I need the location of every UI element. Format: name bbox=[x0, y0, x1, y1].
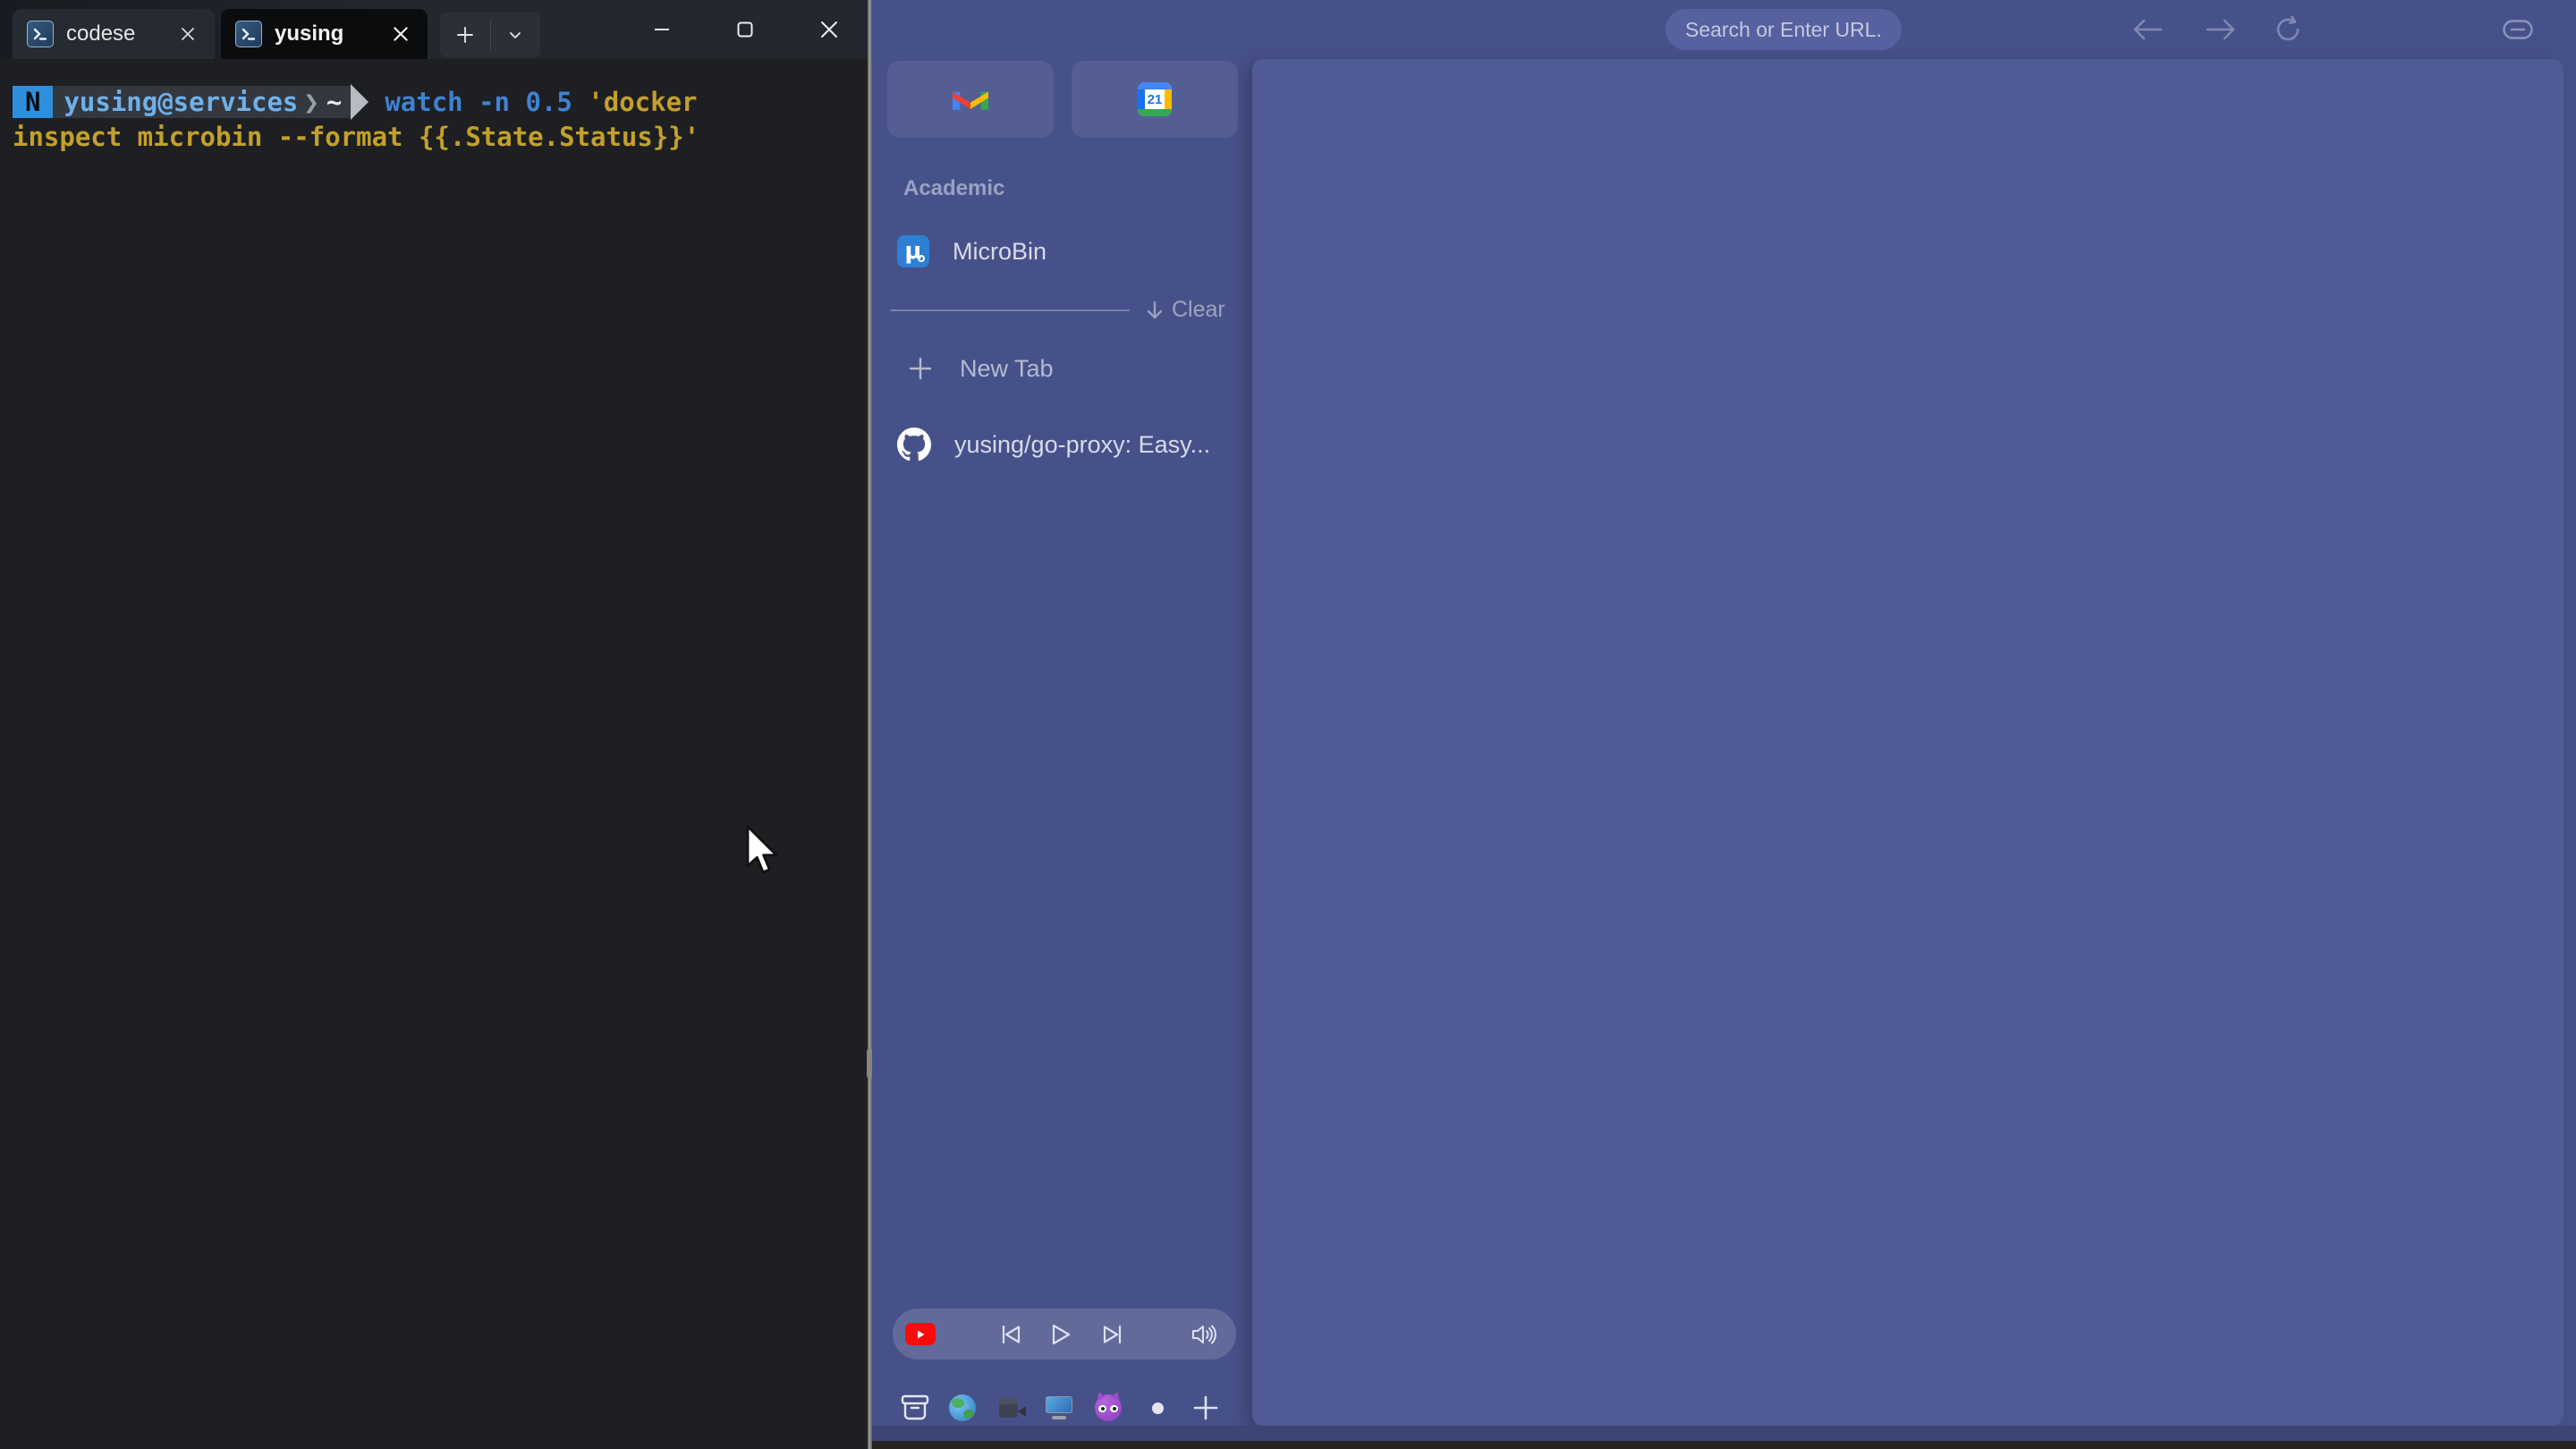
terminal-maximize-button[interactable] bbox=[707, 0, 784, 59]
google-calendar-icon: 21 bbox=[1138, 82, 1172, 116]
github-favicon bbox=[897, 428, 931, 462]
calendar-top-strip bbox=[1138, 82, 1172, 89]
browser-sidebar: 21 Academic μ MicroBin Clear bbox=[872, 59, 1252, 1449]
sidebar-tab-microbin[interactable]: μ MicroBin bbox=[883, 226, 1241, 276]
powerline-arrow-icon bbox=[351, 84, 369, 120]
terminal-titlebar: codese yusing bbox=[0, 0, 870, 59]
tab-close-icon[interactable] bbox=[388, 21, 413, 47]
next-track-button[interactable] bbox=[1095, 1309, 1131, 1360]
microbin-dot bbox=[918, 255, 925, 262]
calendar-bottom-strip bbox=[1138, 109, 1172, 116]
arrow-down-icon bbox=[1145, 300, 1165, 321]
tab-label: yusing bbox=[275, 21, 343, 47]
microbin-favicon: μ bbox=[897, 235, 929, 267]
command-wrapped-line: inspect microbin --format {{.State.Statu… bbox=[13, 122, 699, 152]
play-button[interactable] bbox=[1043, 1309, 1079, 1360]
gmail-icon bbox=[953, 86, 988, 113]
prompt-line: Nyusing@services❯~ watch -n 0.5 'docker bbox=[13, 84, 698, 120]
link-icon[interactable] bbox=[2496, 0, 2540, 59]
essential-tab-gmail[interactable] bbox=[887, 61, 1054, 138]
workspace-section-label: Academic bbox=[903, 176, 1004, 201]
prompt-chevron: ❯ bbox=[301, 86, 320, 118]
powershell-icon bbox=[27, 21, 54, 47]
tab-close-icon[interactable] bbox=[175, 21, 200, 47]
tab-label: codese bbox=[66, 21, 135, 47]
forward-button[interactable] bbox=[2196, 0, 2246, 59]
new-tab-plus-icon[interactable] bbox=[440, 13, 490, 57]
terminal-minimize-button[interactable] bbox=[623, 0, 700, 59]
tab-dropdown-chevron-icon[interactable] bbox=[491, 13, 541, 57]
new-tab-button[interactable]: New Tab bbox=[883, 343, 1241, 394]
back-button[interactable] bbox=[2123, 0, 2173, 59]
screen-bottom-edge bbox=[872, 1441, 2576, 1449]
tab-title: MicroBin bbox=[953, 238, 1046, 266]
previous-track-button[interactable] bbox=[993, 1309, 1029, 1360]
terminal-tab-codese[interactable]: codese bbox=[13, 9, 215, 59]
os-badge: N bbox=[13, 86, 53, 118]
essential-tab-google-calendar[interactable]: 21 bbox=[1072, 61, 1238, 138]
media-player-bar bbox=[893, 1309, 1236, 1360]
browser-bottom-chrome bbox=[872, 1426, 2576, 1441]
web-content-area bbox=[1252, 59, 2563, 1426]
terminal-viewport[interactable]: Nyusing@services❯~ watch -n 0.5 'docker i… bbox=[0, 59, 870, 1449]
terminal-tab-yusing[interactable]: yusing bbox=[221, 9, 428, 59]
command-string: 'docker bbox=[588, 87, 697, 117]
clear-tabs-button[interactable]: Clear bbox=[1145, 297, 1225, 323]
tabs-divider bbox=[890, 309, 1130, 311]
clear-section: Clear bbox=[872, 297, 1252, 324]
command-text: watch -n 0.5 bbox=[385, 87, 588, 117]
youtube-icon[interactable] bbox=[905, 1323, 936, 1345]
new-tab-label: New Tab bbox=[960, 355, 1054, 383]
new-tab-split-button bbox=[440, 13, 540, 57]
powershell-icon bbox=[235, 21, 262, 47]
clear-label: Clear bbox=[1172, 297, 1225, 323]
browser-window: 21 Academic μ MicroBin Clear bbox=[872, 0, 2576, 1449]
reload-button[interactable] bbox=[2263, 0, 2313, 59]
tab-title: yusing/go-proxy: Easy... bbox=[954, 431, 1210, 459]
plus-icon bbox=[906, 354, 935, 383]
calendar-date: 21 bbox=[1145, 89, 1165, 109]
browser-toolbar bbox=[872, 0, 2576, 59]
volume-button[interactable] bbox=[1184, 1309, 1224, 1360]
prompt-cwd: ~ bbox=[321, 86, 351, 118]
calendar-left-strip bbox=[1138, 89, 1145, 109]
terminal-close-button[interactable] bbox=[791, 0, 868, 59]
prompt-user-host: yusing@services bbox=[53, 86, 301, 118]
calendar-right-strip bbox=[1165, 89, 1172, 109]
screen: codese yusing bbox=[0, 0, 2576, 1449]
sidebar-tab-go-proxy[interactable]: yusing/go-proxy: Easy... bbox=[883, 419, 1241, 470]
search-url-input[interactable] bbox=[1665, 9, 1902, 50]
terminal-window: codese yusing bbox=[0, 0, 870, 1449]
